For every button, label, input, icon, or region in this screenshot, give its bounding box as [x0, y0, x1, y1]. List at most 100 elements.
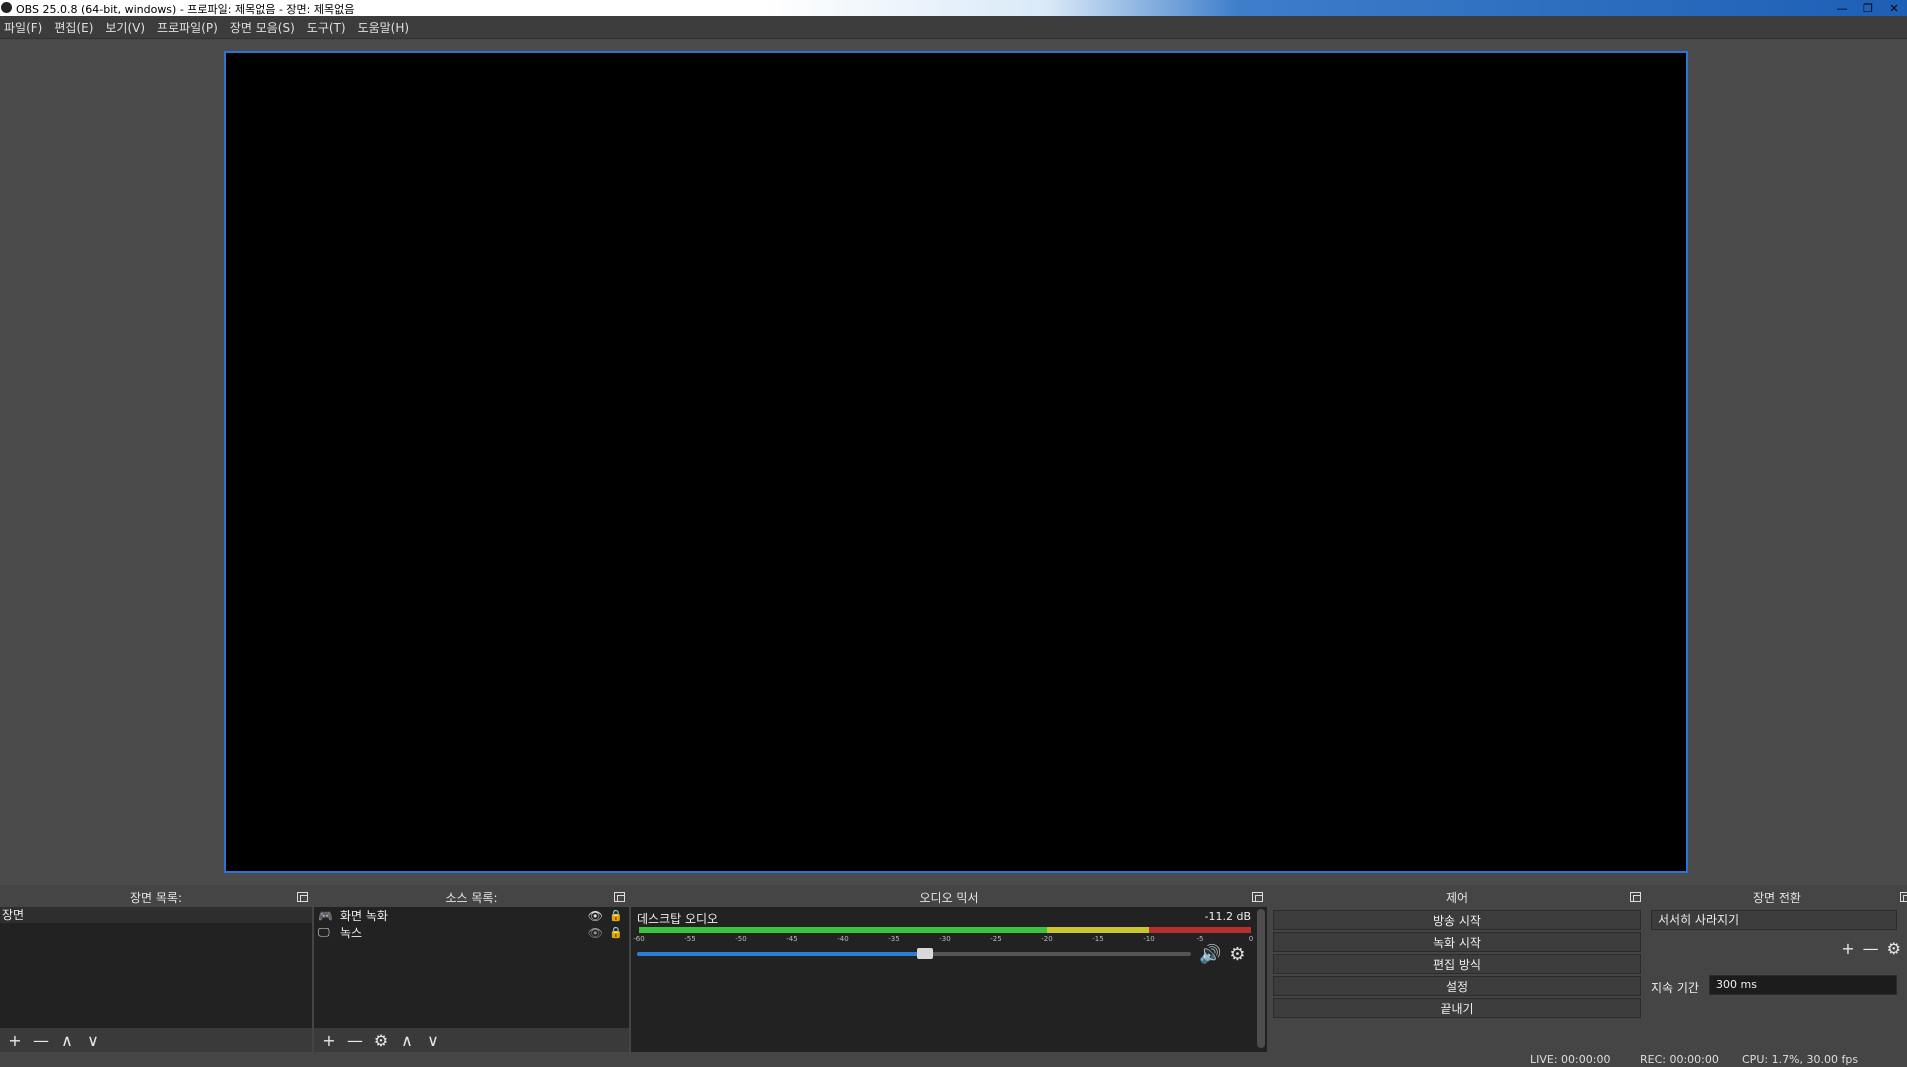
- minimize-button[interactable]: —: [1829, 0, 1855, 16]
- lock-icon[interactable]: 🔒: [609, 926, 623, 939]
- window-title: OBS 25.0.8 (64-bit, windows) - 프로파일: 제목없…: [16, 3, 355, 16]
- audio-channel-name: 데스크탑 오디오: [637, 912, 719, 926]
- menu-scene-collection[interactable]: 장면 모음(S): [226, 19, 303, 36]
- volume-slider-fill: [637, 952, 926, 956]
- sources-dock: 소스 목록: 🎮 화면 녹화 👁 🔒 🖵 녹스 👁 🔒 + — ⚙ ∧ ∨: [314, 887, 629, 1052]
- move-source-down-button[interactable]: ∨: [420, 1031, 446, 1050]
- transitions-dock-title: 장면 전환: [1753, 890, 1801, 905]
- meter-tick-label: -50: [735, 935, 747, 943]
- meter-yellow-segment: [1047, 927, 1149, 933]
- menu-file[interactable]: 파일(F): [0, 19, 50, 36]
- meter-green-segment: [639, 927, 1047, 933]
- controls-dock: 제어 방송 시작 녹화 시작 편집 방식 설정 끝내기: [1269, 887, 1645, 1052]
- mixer-body: 데스크탑 오디오 -11.2 dB -60 -55 -50 -45 -40 -35 -30-…: [631, 907, 1267, 1052]
- move-scene-up-button[interactable]: ∧: [54, 1031, 80, 1050]
- cpu-status: CPU: 1.7%, 30.00 fps: [1742, 1053, 1859, 1066]
- meter-tick-label: -55: [684, 935, 696, 943]
- close-button[interactable]: ✕: [1881, 0, 1907, 16]
- meter-tick-label: -35: [888, 935, 900, 943]
- scenes-toolbar: + — ∧ ∨: [0, 1028, 312, 1052]
- preview-canvas[interactable]: [224, 51, 1688, 873]
- meter-tick-label: -5: [1196, 935, 1204, 943]
- volume-meter: [639, 927, 1251, 933]
- scenes-dock: 장면 목록: 장면 + — ∧ ∨: [0, 887, 312, 1052]
- speaker-icon[interactable]: 🔊: [1199, 944, 1221, 965]
- source-item[interactable]: 🎮 화면 녹화 👁 🔒: [314, 907, 629, 924]
- menu-help[interactable]: 도움말(H): [354, 19, 418, 36]
- dock-header: 장면 목록:: [0, 887, 312, 907]
- meter-tick-label: -15: [1092, 935, 1104, 943]
- scene-item[interactable]: 장면: [0, 907, 312, 923]
- meter-tick-label: -40: [837, 935, 849, 943]
- gear-icon[interactable]: ⚙: [1229, 944, 1245, 965]
- scenes-list: 장면 + — ∧ ∨: [0, 907, 312, 1052]
- dock-header: 오디오 믹서: [631, 887, 1267, 907]
- duration-label: 지속 기간: [1651, 981, 1699, 995]
- menu-view[interactable]: 보기(V): [101, 19, 153, 36]
- start-streaming-button[interactable]: 방송 시작: [1273, 910, 1641, 930]
- move-source-up-button[interactable]: ∧: [394, 1031, 420, 1050]
- mixer-channel-controls: 🔊 ⚙: [1199, 944, 1246, 965]
- dock-header: 장면 전환: [1647, 887, 1907, 907]
- meter-tick-label: -20: [1041, 935, 1053, 943]
- mixer-scrollbar[interactable]: [1257, 909, 1265, 1048]
- volume-slider[interactable]: [637, 948, 1191, 959]
- source-item[interactable]: 🖵 녹스 👁 🔒: [314, 924, 629, 941]
- audio-level-readout: -11.2 dB: [1204, 910, 1252, 923]
- window-controls: — ❐ ✕: [1829, 0, 1907, 16]
- studio-mode-button[interactable]: 편집 방식: [1273, 954, 1641, 974]
- remove-source-button[interactable]: —: [342, 1031, 368, 1050]
- gear-icon[interactable]: ⚙: [1887, 939, 1901, 958]
- meter-tick-label: -45: [786, 935, 798, 943]
- source-label: 화면 녹화: [340, 909, 388, 923]
- eye-hidden-icon[interactable]: 👁: [588, 926, 603, 940]
- meter-ticks: -60 -55 -50 -45 -40 -35 -30 -25 -20 -15 -10 -5 0: [633, 935, 1254, 945]
- sources-toolbar: + — ⚙ ∧ ∨: [314, 1028, 629, 1052]
- transitions-dock: 장면 전환 서서히 사라지기 + — ⚙ 지속 기간 300 ms: [1647, 887, 1907, 1052]
- meter-tick-label: -10: [1143, 935, 1155, 943]
- start-recording-button[interactable]: 녹화 시작: [1273, 932, 1641, 952]
- undock-icon[interactable]: [1252, 892, 1263, 902]
- rec-status: REC: 00:00:00: [1640, 1053, 1719, 1066]
- exit-button[interactable]: 끝내기: [1273, 998, 1641, 1018]
- source-label: 녹스: [340, 926, 363, 940]
- status-bar: LIVE: 00:00:00 REC: 00:00:00 CPU: 1.7%, …: [0, 1052, 1907, 1067]
- move-scene-down-button[interactable]: ∨: [80, 1031, 106, 1050]
- menu-profile[interactable]: 프로파일(P): [153, 19, 226, 36]
- transitions-body: 서서히 사라지기 + — ⚙ 지속 기간 300 ms: [1647, 907, 1907, 1052]
- settings-button[interactable]: 설정: [1273, 976, 1641, 996]
- controls-dock-title: 제어: [1445, 890, 1469, 905]
- window-title-bar: OBS 25.0.8 (64-bit, windows) - 프로파일: 제목없…: [0, 0, 1907, 16]
- live-status: LIVE: 00:00:00: [1530, 1053, 1611, 1066]
- add-source-button[interactable]: +: [316, 1031, 342, 1050]
- add-scene-button[interactable]: +: [2, 1031, 28, 1050]
- preview-area: [0, 40, 1907, 885]
- monitor-icon: 🖵: [318, 925, 330, 939]
- eye-icon[interactable]: 👁: [588, 909, 603, 923]
- transition-toolbar: + — ⚙: [1841, 939, 1901, 958]
- undock-icon[interactable]: [297, 892, 308, 902]
- dock-header: 제어: [1269, 887, 1645, 907]
- remove-scene-button[interactable]: —: [28, 1031, 54, 1050]
- undock-icon[interactable]: [1630, 892, 1641, 902]
- audio-mixer-dock: 오디오 믹서 데스크탑 오디오 -11.2 dB -60 -55 -50 -45 -40…: [631, 887, 1267, 1052]
- remove-transition-button[interactable]: —: [1863, 939, 1879, 958]
- transition-select[interactable]: 서서히 사라지기: [1651, 910, 1897, 930]
- add-transition-button[interactable]: +: [1841, 939, 1854, 958]
- lock-icon[interactable]: 🔒: [609, 909, 623, 922]
- source-properties-button[interactable]: ⚙: [368, 1031, 394, 1050]
- meter-tick-label: -60: [633, 935, 645, 943]
- sources-dock-title: 소스 목록:: [445, 890, 498, 905]
- undock-icon[interactable]: [614, 892, 625, 902]
- restore-button[interactable]: ❐: [1855, 0, 1881, 16]
- controls-body: 방송 시작 녹화 시작 편집 방식 설정 끝내기: [1269, 907, 1645, 1052]
- dock-header: 소스 목록:: [314, 887, 629, 907]
- menu-tools[interactable]: 도구(T): [303, 19, 354, 36]
- menu-edit[interactable]: 편집(E): [50, 19, 101, 36]
- undock-icon[interactable]: [1900, 892, 1907, 902]
- volume-slider-thumb[interactable]: [917, 948, 934, 959]
- meter-tick-label: 0: [1248, 935, 1254, 943]
- meter-tick-label: -25: [990, 935, 1002, 943]
- duration-input[interactable]: 300 ms: [1709, 975, 1897, 995]
- meter-tick-label: -30: [939, 935, 951, 943]
